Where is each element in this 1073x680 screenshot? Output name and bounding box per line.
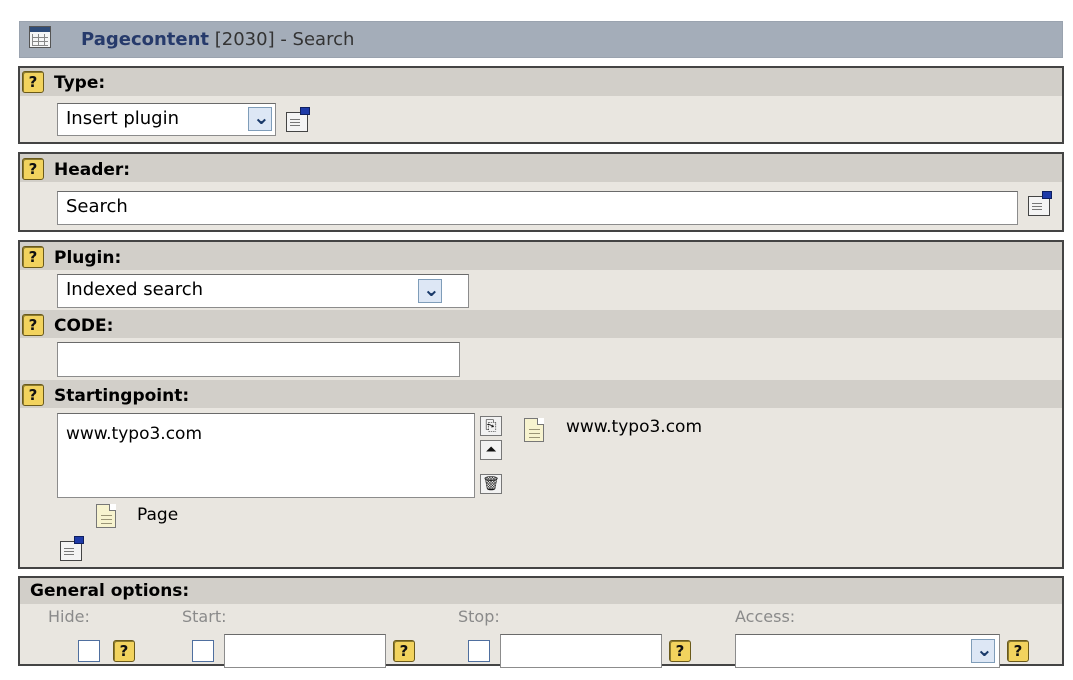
type-label: Type: <box>54 73 106 93</box>
type-select[interactable]: Insert plugin <box>57 103 276 136</box>
start-checkbox[interactable] <box>192 640 214 662</box>
plugin-label: Plugin: <box>54 248 122 268</box>
header-input[interactable]: Search <box>57 191 1018 225</box>
header-label: Header: <box>54 160 131 180</box>
page-label[interactable]: Page <box>137 505 178 525</box>
help-icon[interactable]: ? <box>22 158 44 180</box>
startingpoint-label: Startingpoint: <box>54 386 190 406</box>
move-to-top-icon[interactable]: ⏶ <box>480 440 502 460</box>
header-row-header <box>20 154 1062 182</box>
chevron-down-icon[interactable] <box>248 105 272 131</box>
help-icon[interactable]: ? <box>1007 640 1029 662</box>
stop-date-input[interactable] <box>500 634 662 668</box>
help-icon[interactable]: ? <box>22 384 44 406</box>
help-icon[interactable]: ? <box>22 71 44 93</box>
general-options-label: General options: <box>30 581 190 601</box>
stop-checkbox[interactable] <box>468 640 490 662</box>
startingpoint-list[interactable]: www.typo3.com <box>57 413 475 498</box>
code-label: CODE: <box>54 316 114 336</box>
help-icon[interactable]: ? <box>393 640 415 662</box>
record-title: Pagecontent [2030] - Search <box>81 29 355 50</box>
code-row-header <box>20 310 1062 338</box>
edit-form-icon[interactable] <box>284 106 310 132</box>
access-select[interactable] <box>735 634 1000 668</box>
chevron-down-icon[interactable] <box>418 277 442 303</box>
start-date-input[interactable] <box>224 634 386 668</box>
access-label: Access: <box>735 607 796 626</box>
help-icon[interactable]: ? <box>669 640 691 662</box>
startingpoint-record[interactable]: www.typo3.com <box>566 417 702 437</box>
help-icon[interactable]: ? <box>22 314 44 336</box>
hide-checkbox[interactable] <box>78 640 100 662</box>
table-icon <box>29 26 51 48</box>
code-input[interactable] <box>57 342 460 377</box>
plugin-row-header <box>20 242 1062 270</box>
page-icon <box>524 418 544 442</box>
page-icon[interactable] <box>96 504 116 528</box>
edit-form-icon[interactable] <box>58 535 84 561</box>
plugin-select[interactable]: Indexed search <box>57 274 469 308</box>
hide-label: Hide: <box>48 607 90 626</box>
start-label: Start: <box>182 607 227 626</box>
help-icon[interactable]: ? <box>22 246 44 268</box>
stop-label: Stop: <box>458 607 500 626</box>
edit-form-icon[interactable] <box>1026 190 1052 216</box>
help-icon[interactable]: ? <box>113 640 135 662</box>
type-row-header <box>20 68 1062 96</box>
browse-icon[interactable]: ⎘ <box>480 416 502 436</box>
title-bar: Pagecontent [2030] - Search <box>19 21 1063 58</box>
chevron-down-icon[interactable] <box>971 637 995 663</box>
trash-icon[interactable]: 🗑 <box>480 474 502 494</box>
